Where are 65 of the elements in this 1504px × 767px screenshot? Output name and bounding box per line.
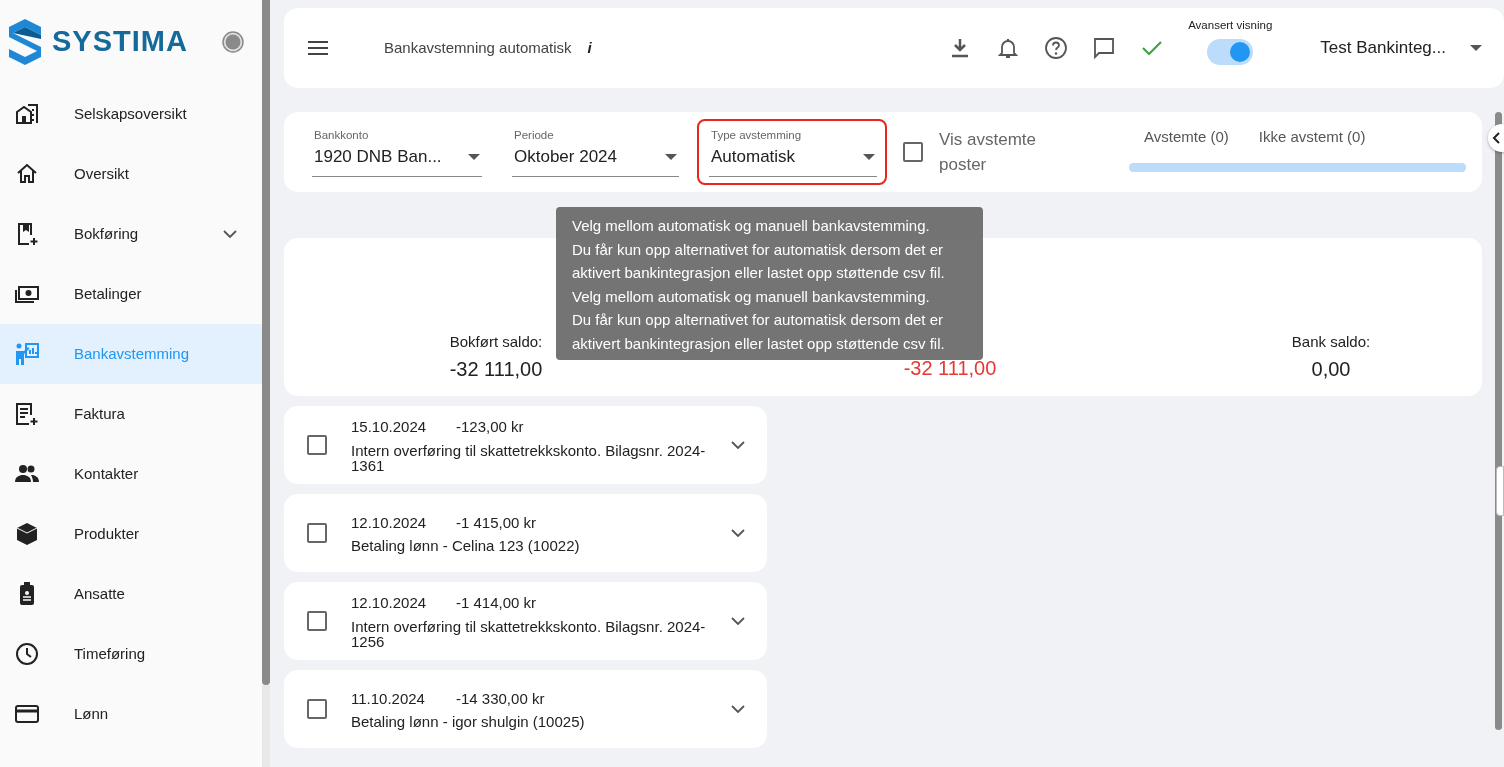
scrollbar[interactable] — [1495, 112, 1502, 730]
logo-icon — [6, 17, 44, 67]
caret-icon — [1470, 45, 1482, 51]
chevron-left-icon — [1492, 132, 1501, 144]
invoice-icon — [14, 401, 40, 427]
scrollbar[interactable] — [262, 0, 270, 685]
building-icon — [14, 101, 40, 127]
clock-icon — [14, 641, 40, 667]
tab[interactable]: Avstemte (0) — [1129, 126, 1244, 149]
caret-icon — [468, 154, 480, 161]
transaction-amount: -14 330,00 kr — [456, 688, 545, 709]
company-dropdown[interactable]: Test Bankinteg... — [1320, 35, 1482, 61]
sidebar-item[interactable]: Oversikt — [0, 144, 262, 204]
sidebar-item[interactable]: Timeføring — [0, 624, 262, 684]
sidebar-item[interactable]: Faktura — [0, 384, 262, 444]
chat-icon[interactable] — [1092, 36, 1117, 60]
select-field[interactable]: Type avstemming Automatisk — [697, 119, 887, 185]
transaction-amount: -123,00 kr — [456, 417, 524, 437]
sidebar-item[interactable]: Kontakter — [0, 444, 262, 504]
select-field[interactable]: Periode Oktober 2024 — [500, 119, 689, 185]
info-icon[interactable]: i — [587, 36, 592, 60]
transaction-date: 11.10.2024 — [351, 688, 426, 709]
tab[interactable]: Ikke avstemt (0) — [1243, 126, 1381, 149]
chevron-down-icon[interactable] — [731, 616, 745, 626]
resize-handle[interactable] — [1496, 466, 1504, 516]
page-title: Bankavstemning automatisk — [384, 37, 572, 58]
balance-value: 0,00 — [1310, 356, 1352, 382]
sidebar-item[interactable]: Lønn — [0, 684, 262, 744]
transaction-amount: -1 415,00 kr — [456, 512, 537, 533]
toggle-switch[interactable] — [1207, 38, 1254, 65]
transaction-description: Betaling lønn - igor shulgin (10025) — [351, 714, 586, 731]
caret-icon — [863, 154, 875, 161]
balance-label: Bank saldo: — [1290, 332, 1372, 352]
chevron-down-icon[interactable] — [731, 440, 745, 450]
transaction-date: 12.10.2024 — [351, 593, 428, 613]
sidebar-item[interactable]: Selskapsoversikt — [0, 84, 262, 144]
caret-icon — [665, 154, 677, 161]
transaction-amount: -1 414,00 kr — [456, 593, 537, 613]
transaction-date: 12.10.2024 — [351, 512, 428, 533]
transaction-description: Intern overføring til skattetrekkskonto. Bilagsnr. 2024-1361 — [351, 442, 706, 474]
sidebar-item[interactable]: Bokføring — [0, 204, 262, 264]
balance-value: -32 111,00 — [448, 356, 544, 382]
toggle-label: Avansert visning — [1188, 18, 1273, 34]
chevron-down-icon[interactable] — [731, 528, 745, 538]
notification-icon[interactable] — [996, 36, 1021, 60]
brand-name: SYSTIMA — [52, 24, 189, 60]
transaction-description: Betaling lønn - Celina 123 (10022) — [351, 538, 581, 555]
box-icon — [14, 521, 40, 547]
checkbox[interactable] — [307, 699, 327, 719]
checkbox[interactable] — [307, 523, 327, 543]
status-icon — [222, 31, 244, 53]
sidebar-item[interactable]: Ansatte — [0, 564, 262, 624]
tooltip: Velg mellom automatisk og manuell bankavstemming. Du får kun opp alternativet for automatisk dersom det er aktivert bankintegrasjon eller lastet opp støttende csv fil. Velg mellom automatisk og manuell bankavstemming. Du får kun opp alternativet for automatisk dersom det er aktivert bankintegrasjon eller lastet opp støttende csv fil. — [556, 207, 983, 360]
menu-icon[interactable] — [308, 40, 328, 56]
presenter-icon — [14, 341, 40, 367]
select-field[interactable]: Bankkonto 1920 DNB Ban... — [300, 119, 492, 185]
checkbox[interactable]: Vis avstemte poster — [903, 126, 1081, 178]
transaction-description: Intern overføring til skattetrekkskonto. Bilagsnr. 2024-1256 — [351, 618, 706, 650]
transaction-date: 15.10.2024 — [351, 417, 428, 437]
help-icon[interactable] — [1044, 36, 1069, 60]
sidebar-item[interactable]: Betalinger — [0, 264, 262, 324]
checkbox[interactable] — [307, 435, 327, 455]
chevron-down-icon[interactable] — [731, 704, 745, 714]
checkbox[interactable] — [307, 611, 327, 631]
sidebar-item[interactable]: Produkter — [0, 504, 262, 564]
